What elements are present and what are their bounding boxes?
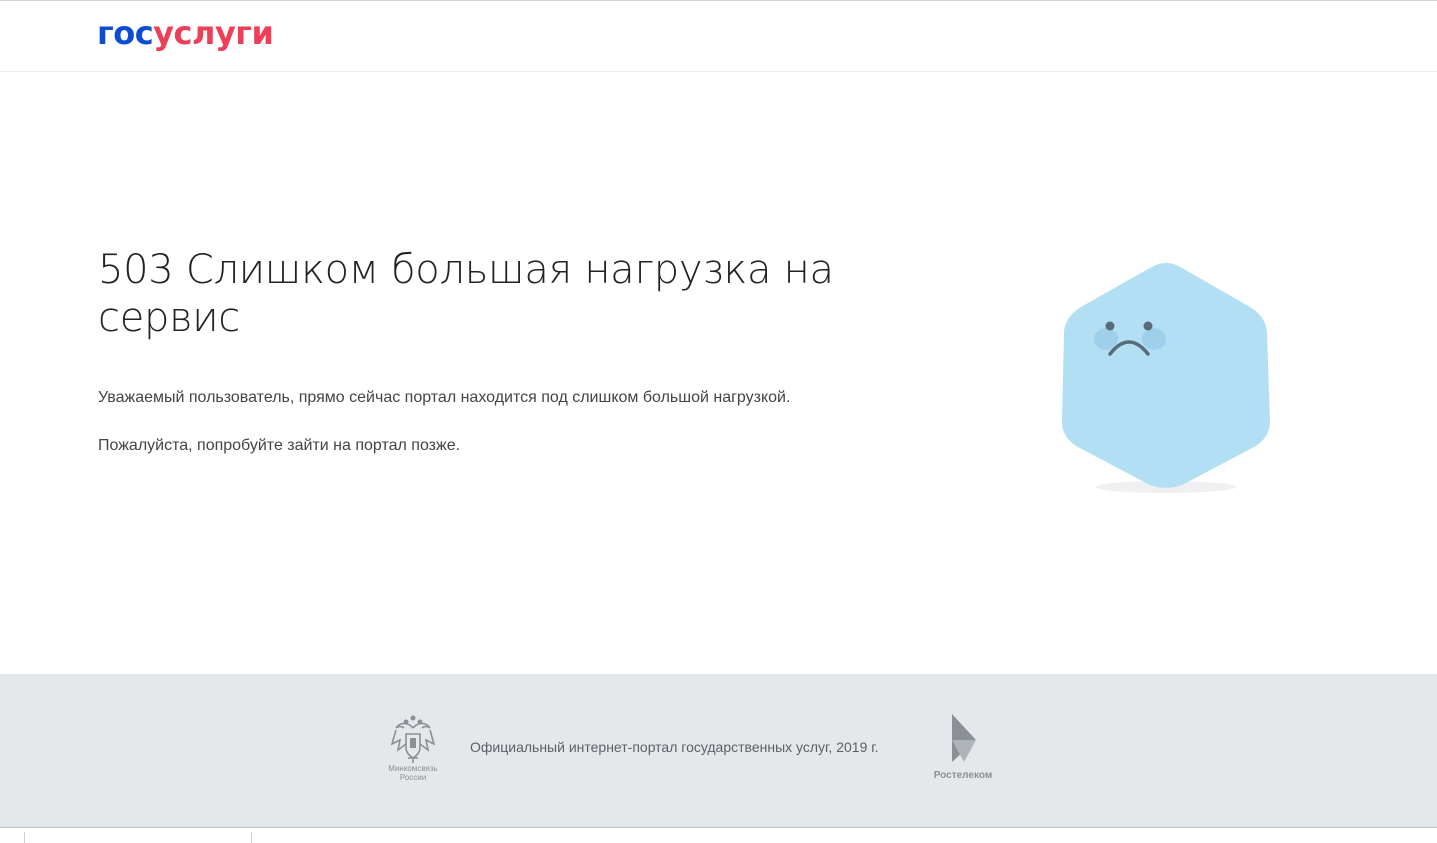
rostelecom-icon xyxy=(952,714,976,762)
main-content: 503 Слишком большая нагрузка на сервис У… xyxy=(0,72,1437,674)
double-headed-eagle-icon xyxy=(390,715,436,763)
bottom-bar xyxy=(0,827,1437,843)
retry-message: Пожалуйста, попробуйте зайти на портал п… xyxy=(98,437,461,454)
logo-part-gos: гос xyxy=(97,14,154,52)
ministry-label-line1: Минкомсвязь xyxy=(388,764,438,773)
error-page: госуслуги 503 Слишком большая нагрузка н… xyxy=(0,0,1437,843)
gosuslugi-logo[interactable]: госуслуги xyxy=(97,14,274,52)
logo-part-uslugi: услуги xyxy=(153,14,274,52)
mincomsvyaz-logo[interactable]: Минкомсвязь России xyxy=(382,714,444,784)
sad-hexagon-illustration xyxy=(1058,260,1278,500)
rostelecom-logo[interactable]: Ростелеком xyxy=(928,714,998,784)
site-header: госуслуги xyxy=(0,1,1437,72)
ministry-label-line2: России xyxy=(399,773,427,782)
footer-copyright: Официальный интернет-портал государствен… xyxy=(470,739,879,755)
rostelecom-label: Ростелеком xyxy=(933,770,993,781)
bottom-divider xyxy=(251,832,252,843)
sad-hexagon-icon xyxy=(1062,263,1270,493)
error-title: 503 Слишком большая нагрузка на сервис xyxy=(98,247,834,341)
site-footer: Минкомсвязь России Официальный интернет-… xyxy=(0,674,1437,827)
error-message: Уважаемый пользователь, прямо сейчас пор… xyxy=(98,389,791,406)
bottom-divider xyxy=(24,832,25,843)
